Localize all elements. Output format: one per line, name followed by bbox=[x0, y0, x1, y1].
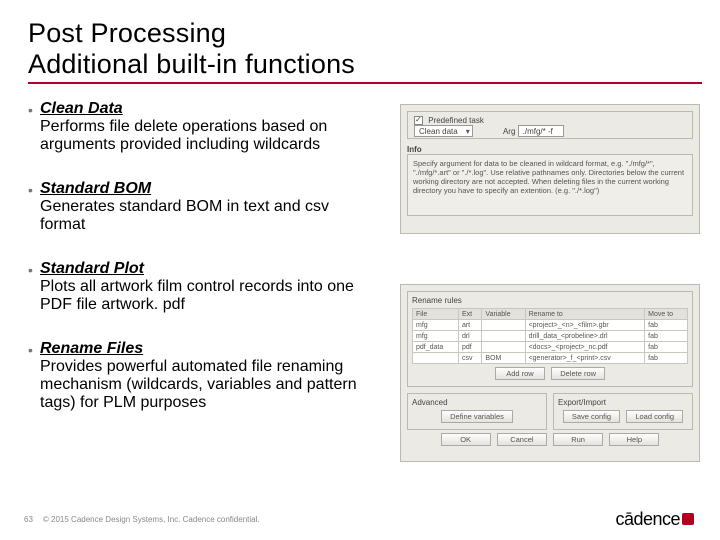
cell[interactable]: pdf_data bbox=[413, 342, 459, 353]
run-button[interactable]: Run bbox=[553, 433, 603, 446]
cell[interactable]: fab bbox=[645, 342, 688, 353]
info-section: Info Specify argument for data to be cle… bbox=[407, 145, 693, 216]
rename-rules-table: File Ext Variable Rename to Move to mfg … bbox=[412, 308, 688, 364]
col-moveto: Move to bbox=[645, 309, 688, 320]
bullet-item: • Rename Files Provides powerful automat… bbox=[28, 340, 378, 412]
page-number: 63 bbox=[24, 515, 33, 524]
rename-rules-panel: Rename rules File Ext Variable Rename to… bbox=[400, 284, 700, 462]
bullet-desc: Provides powerful automated file renamin… bbox=[40, 358, 357, 411]
title-underline bbox=[28, 82, 702, 84]
cell[interactable]: BOM bbox=[482, 353, 525, 364]
bullet-item: • Standard Plot Plots all artwork film c… bbox=[28, 260, 378, 314]
help-button[interactable]: Help bbox=[609, 433, 659, 446]
export-import-group: Export/Import Save config Load config bbox=[553, 393, 693, 430]
table-row[interactable]: mfg art <project>_<n>_<film>.gbr fab bbox=[413, 320, 688, 331]
bullet-dot-icon: • bbox=[28, 180, 40, 234]
title-block: Post Processing Additional built-in func… bbox=[28, 18, 355, 80]
bullet-item: • Clean Data Performs file delete operat… bbox=[28, 100, 378, 154]
save-config-button[interactable]: Save config bbox=[563, 410, 620, 423]
cell[interactable]: fab bbox=[645, 320, 688, 331]
clean-data-panel: Predefined task Clean data Arg ./mfg/* -… bbox=[400, 104, 700, 234]
col-ext: Ext bbox=[458, 309, 481, 320]
bullet-head: Standard BOM bbox=[40, 180, 151, 197]
cell[interactable] bbox=[482, 320, 525, 331]
cell[interactable] bbox=[413, 353, 459, 364]
table-header-row: File Ext Variable Rename to Move to bbox=[413, 309, 688, 320]
arg-label: Arg bbox=[503, 127, 515, 136]
predefined-task-label: Predefined task bbox=[428, 116, 484, 125]
copyright-text: © 2015 Cadence Design Systems, Inc. Cade… bbox=[43, 515, 260, 524]
logo-text: cādence bbox=[615, 509, 680, 530]
bullet-head: Clean Data bbox=[40, 100, 123, 117]
task-select[interactable]: Clean data bbox=[414, 125, 473, 137]
bullet-desc: Plots all artwork film control records i… bbox=[40, 278, 354, 313]
bullet-dot-icon: • bbox=[28, 340, 40, 412]
logo-dot-icon bbox=[682, 513, 694, 525]
col-file: File bbox=[413, 309, 459, 320]
cell[interactable]: csv bbox=[458, 353, 481, 364]
define-variables-button[interactable]: Define variables bbox=[441, 410, 513, 423]
cell[interactable]: mfg bbox=[413, 331, 459, 342]
cell[interactable]: fab bbox=[645, 331, 688, 342]
cell[interactable]: mfg bbox=[413, 320, 459, 331]
cell[interactable]: pdf bbox=[458, 342, 481, 353]
predefined-task-group: Predefined task Clean data Arg ./mfg/* -… bbox=[407, 111, 693, 139]
cell[interactable]: drill_data_<probeline>.drl bbox=[525, 331, 645, 342]
cell[interactable]: drl bbox=[458, 331, 481, 342]
cell[interactable]: <generator>_f_<print>.csv bbox=[525, 353, 645, 364]
info-text: Specify argument for data to be cleaned … bbox=[407, 154, 693, 216]
load-config-button[interactable]: Load config bbox=[626, 410, 683, 423]
delete-row-button[interactable]: Delete row bbox=[551, 367, 605, 380]
title-line-2: Additional built-in functions bbox=[28, 49, 355, 80]
table-row[interactable]: mfg drl drill_data_<probeline>.drl fab bbox=[413, 331, 688, 342]
info-heading: Info bbox=[407, 145, 693, 154]
bullet-desc: Generates standard BOM in text and csv f… bbox=[40, 198, 329, 233]
add-row-button[interactable]: Add row bbox=[495, 367, 545, 380]
advanced-group: Advanced Define variables bbox=[407, 393, 547, 430]
title-line-1: Post Processing bbox=[28, 18, 355, 49]
bullet-dot-icon: • bbox=[28, 260, 40, 314]
col-renameto: Rename to bbox=[525, 309, 645, 320]
table-row[interactable]: csv BOM <generator>_f_<print>.csv fab bbox=[413, 353, 688, 364]
cell[interactable] bbox=[482, 342, 525, 353]
footer: 63 © 2015 Cadence Design Systems, Inc. C… bbox=[24, 509, 696, 530]
bullet-desc: Performs file delete operations based on… bbox=[40, 118, 327, 153]
bullet-head: Rename Files bbox=[40, 340, 143, 357]
advanced-label: Advanced bbox=[412, 398, 542, 407]
bullet-list: • Clean Data Performs file delete operat… bbox=[28, 100, 378, 438]
cell[interactable] bbox=[482, 331, 525, 342]
cell[interactable]: <project>_<n>_<film>.gbr bbox=[525, 320, 645, 331]
cadence-logo: cādence bbox=[615, 509, 696, 530]
bullet-head: Standard Plot bbox=[40, 260, 144, 277]
export-import-label: Export/Import bbox=[558, 398, 688, 407]
cell[interactable]: art bbox=[458, 320, 481, 331]
table-row[interactable]: pdf_data pdf <docs>_<project>_nc.pdf fab bbox=[413, 342, 688, 353]
cancel-button[interactable]: Cancel bbox=[497, 433, 547, 446]
ok-button[interactable]: OK bbox=[441, 433, 491, 446]
bullet-dot-icon: • bbox=[28, 100, 40, 154]
cell[interactable]: <docs>_<project>_nc.pdf bbox=[525, 342, 645, 353]
predefined-task-checkbox[interactable] bbox=[414, 116, 423, 125]
rename-rules-label: Rename rules bbox=[412, 296, 688, 305]
slide: Post Processing Additional built-in func… bbox=[0, 0, 720, 540]
arg-input[interactable]: ./mfg/* -f bbox=[518, 125, 564, 137]
rename-rules-group: Rename rules File Ext Variable Rename to… bbox=[407, 291, 693, 387]
bullet-item: • Standard BOM Generates standard BOM in… bbox=[28, 180, 378, 234]
cell[interactable]: fab bbox=[645, 353, 688, 364]
col-variable: Variable bbox=[482, 309, 525, 320]
